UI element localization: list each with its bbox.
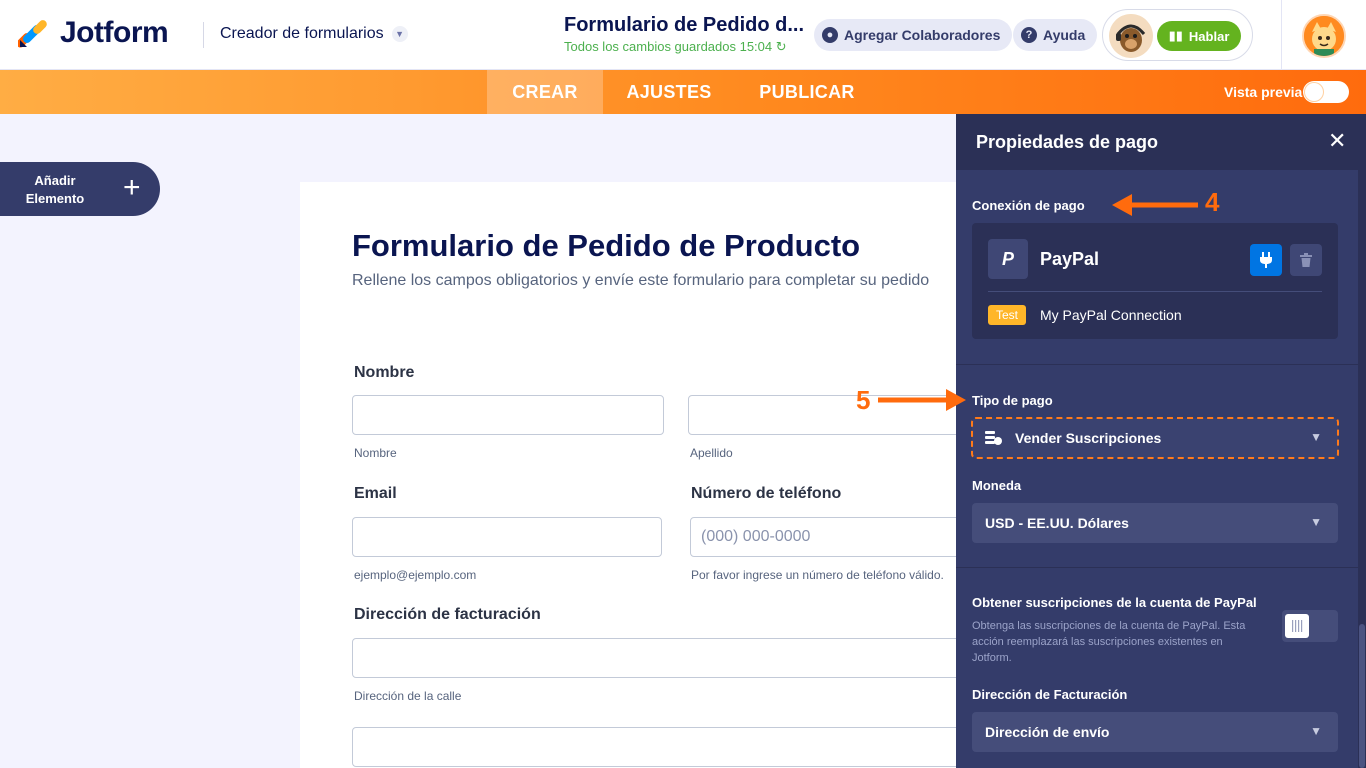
builder-label: Creador de formularios [220,25,384,42]
jotform-logo[interactable]: Jotform [18,16,169,50]
talk-label: Hablar [1188,28,1230,44]
refresh-icon: ↻ [775,39,787,54]
gateway-name: PayPal [1040,249,1100,269]
agent-avatar [1109,14,1153,58]
tab-publish[interactable]: PUBLICAR [750,70,864,114]
currency-label: Moneda [972,478,1022,493]
phone-input[interactable]: (000) 000-0000 [690,517,960,557]
payment-type-select[interactable]: Vender Suscripciones ▼ [971,417,1339,459]
panel-header: Propiedades de pago ✕ [956,114,1366,170]
help-button[interactable]: ? Ayuda [1013,19,1098,51]
first-name-input[interactable] [352,395,664,435]
tab-settings[interactable]: AJUSTES [615,70,723,114]
fetch-subscriptions-title: Obtener suscripciones de la cuenta de Pa… [972,595,1257,610]
preview-toggle-knob [1305,83,1323,101]
ai-agent-widget: ▮▮ Hablar [1102,9,1253,61]
toggle-knob [1285,614,1309,638]
annotation-arrow-5 [878,389,966,411]
add-element-label: Añadir Elemento [25,173,85,206]
subscription-icon [985,430,1015,446]
jotform-logo-icon [18,20,47,48]
phone-help: Por favor ingrese un número de teléfono … [691,568,944,582]
street-address-help: Dirección de la calle [354,689,462,703]
form-title[interactable]: Formulario de Pedido d... [564,14,804,37]
email-help: ejemplo@ejemplo.com [354,568,477,582]
phone-label: Número de teléfono [691,485,842,502]
street-address-input[interactable] [352,638,960,678]
builder-dropdown[interactable]: Creador de formularios ▼ [220,25,408,43]
chevron-down-icon: ▼ [1310,430,1322,444]
payment-type-label: Tipo de pago [972,393,1053,408]
annotation-arrow-4 [1112,194,1198,216]
logo-text: Jotform [60,16,169,49]
billing-address-value: Dirección de envío [985,724,1110,740]
form-heading[interactable]: Formulario de Pedido de Producto [352,228,860,264]
header-divider-right [1281,0,1282,70]
annotation-number-5: 5 [856,385,871,415]
paypal-icon: P [988,239,1028,279]
saved-status-text: Todos los cambios guardados 15:04 [564,39,773,54]
question-icon: ? [1021,27,1037,43]
billing-address-select[interactable]: Dirección de envío ▼ [972,712,1338,752]
billing-label: Dirección de facturación [354,606,541,623]
test-badge: Test [988,305,1027,325]
currency-select[interactable]: USD - EE.UU. Dólares ▼ [972,503,1338,543]
payment-type-value: Vender Suscripciones [1015,430,1162,446]
builder-nav: CREAR AJUSTES PUBLICAR Vista previa [0,70,1366,114]
soundwave-icon: ▮▮ [1168,28,1183,43]
connection-divider [988,291,1322,292]
header-divider [203,22,204,48]
plus-icon: + [123,171,141,204]
talk-button[interactable]: ▮▮ Hablar [1157,21,1241,51]
saved-status: Todos los cambios guardados 15:04 ↻ [564,39,787,55]
first-name-help: Nombre [354,446,397,460]
add-collaborators-label: Agregar Colaboradores [844,27,1001,43]
form-subheading[interactable]: Rellene los campos obligatorios y envíe … [352,272,929,290]
connection-name: My PayPal Connection [1040,307,1182,323]
trash-icon [1300,253,1312,267]
user-avatar[interactable] [1302,14,1346,58]
fetch-subscriptions-toggle[interactable] [1282,610,1338,642]
tab-create[interactable]: CREAR [487,70,603,114]
email-label: Email [354,485,397,502]
last-name-help: Apellido [690,446,733,460]
name-label: Nombre [354,364,415,381]
chevron-down-icon: ▼ [1310,724,1322,738]
chevron-down-icon: ▼ [391,26,408,42]
currency-value: USD - EE.UU. Dólares [985,515,1129,531]
delete-button[interactable] [1290,244,1322,276]
annotation-number-4: 4 [1205,187,1220,217]
plug-button[interactable] [1250,244,1282,276]
form-canvas: Formulario de Pedido de Producto Rellene… [300,182,960,768]
preview-label: Vista previa [1224,84,1303,100]
street-address-line2-input[interactable] [352,727,960,767]
payment-connection-label: Conexión de pago [972,198,1085,213]
billing-address-label: Dirección de Facturación [972,687,1128,702]
chevron-down-icon: ▼ [1310,515,1322,529]
preview-toggle[interactable] [1303,81,1349,103]
section-divider [956,364,1358,365]
plug-icon [1260,252,1272,268]
help-label: Ayuda [1043,27,1086,43]
close-icon[interactable]: ✕ [1328,128,1346,154]
email-input[interactable] [352,517,662,557]
add-element-button[interactable]: Añadir Elemento + [0,162,160,216]
add-collaborators-button[interactable]: ● Agregar Colaboradores [814,19,1013,51]
panel-scrollbar-thumb[interactable] [1359,624,1365,768]
payment-connection-card: P PayPal Test My PayPal Connection [972,223,1338,339]
section-divider [956,567,1358,568]
top-bar: Jotform Creador de formularios ▼ Formula… [0,0,1366,70]
phone-placeholder: (000) 000-0000 [701,528,811,545]
user-icon: ● [822,27,838,43]
panel-title: Propiedades de pago [976,132,1159,152]
fetch-subscriptions-description: Obtenga las suscripciones de la cuenta d… [972,620,1246,664]
